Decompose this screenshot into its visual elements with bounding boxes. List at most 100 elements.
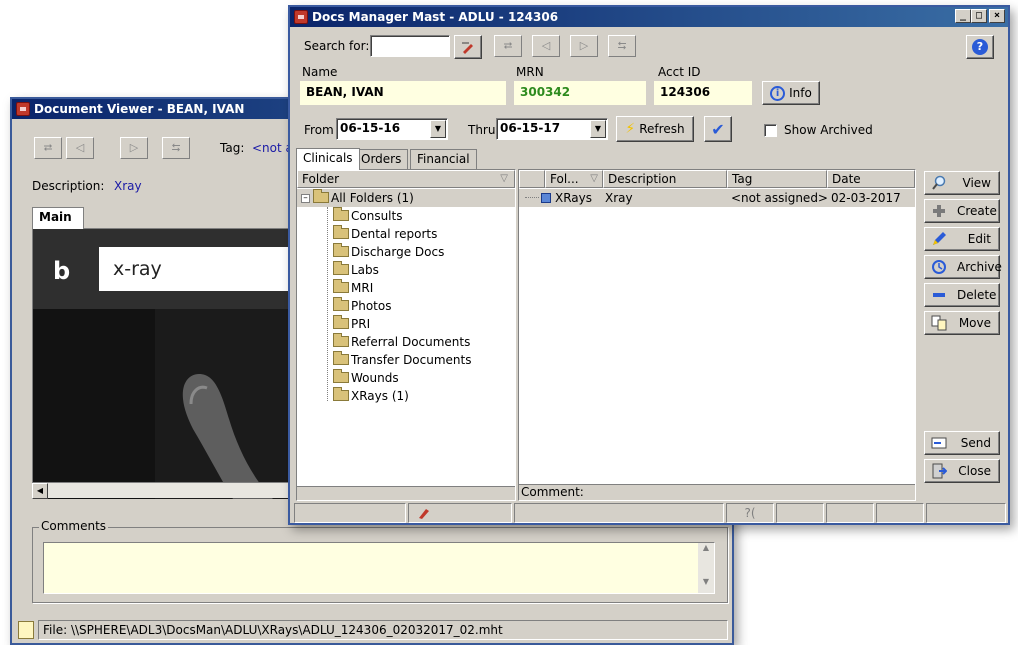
- tree-item-discharge-docs[interactable]: Discharge Docs: [333, 243, 444, 261]
- tab-clinicals[interactable]: Clinicals: [296, 148, 360, 170]
- tree-item-wounds[interactable]: Wounds: [333, 369, 399, 387]
- status-cell-5: [776, 503, 824, 523]
- tree-item-labs[interactable]: Labs: [333, 261, 379, 279]
- show-archived-checkbox[interactable]: [764, 124, 777, 137]
- comments-group: Comments ▲ ▼: [32, 519, 728, 603]
- tree-item-label: Referral Documents: [351, 335, 471, 349]
- next-record-button[interactable]: ▷: [570, 35, 598, 57]
- tree-item-photos[interactable]: Photos: [333, 297, 391, 315]
- document-square-icon: [541, 193, 551, 203]
- mrn-value: 300342: [520, 85, 571, 99]
- tree-item-label: Labs: [351, 263, 379, 277]
- name-field: BEAN, IVAN: [300, 81, 506, 105]
- tree-item-dental-reports[interactable]: Dental reports: [333, 225, 437, 243]
- document-icon: [18, 621, 34, 639]
- search-input[interactable]: [370, 35, 450, 57]
- comments-scrollbar[interactable]: ▲ ▼: [698, 543, 714, 593]
- tab-main[interactable]: Main: [32, 207, 84, 229]
- acct-field: 124306: [654, 81, 752, 105]
- tree-item-referral-documents[interactable]: Referral Documents: [333, 333, 470, 351]
- archive-icon: [932, 260, 946, 274]
- description-value: Xray: [114, 179, 142, 193]
- tree-item-pri[interactable]: PRI: [333, 315, 370, 333]
- refresh-button[interactable]: ⚡ Refresh: [616, 116, 694, 142]
- view-label: View: [962, 176, 991, 190]
- send-icon: [931, 437, 947, 449]
- status-cell-4: ?(: [726, 503, 774, 523]
- tree-item-consults[interactable]: Consults: [333, 207, 402, 225]
- row-date: 02-03-2017: [831, 191, 901, 205]
- folder-icon: [333, 297, 349, 311]
- tab-clinicals-label: Clinicals: [303, 151, 353, 165]
- caption-buttons: _ □ ×: [955, 9, 1005, 23]
- viewer-hscrollbar[interactable]: ◀: [32, 482, 294, 499]
- from-label: From: [304, 123, 334, 137]
- tree-item-transfer-documents[interactable]: Transfer Documents: [333, 351, 472, 369]
- plus-icon: [933, 205, 945, 217]
- scroll-down-button[interactable]: ▼: [698, 577, 714, 593]
- col-date[interactable]: Date: [827, 170, 915, 188]
- info-button[interactable]: i Info: [762, 81, 820, 105]
- thru-date-select[interactable]: 06-15-17 ▼: [496, 118, 608, 140]
- prev-record-button[interactable]: ◁: [532, 35, 560, 57]
- last-record-button[interactable]: ⮀: [162, 137, 190, 159]
- send-button[interactable]: Send: [924, 431, 1000, 455]
- first-record-button[interactable]: ⮂: [34, 137, 62, 159]
- create-button[interactable]: Create: [924, 199, 1000, 223]
- close-label: Close: [958, 464, 991, 478]
- close-window-button[interactable]: ×: [989, 9, 1005, 23]
- delete-button[interactable]: Delete: [924, 283, 1000, 307]
- tree-item-label: Transfer Documents: [351, 353, 472, 367]
- browser-search-box[interactable]: x-ray: [99, 247, 299, 291]
- col-folder-label: Fol...: [550, 172, 579, 186]
- tree-footer: [297, 486, 515, 500]
- scroll-left-button[interactable]: ◀: [32, 483, 48, 499]
- col-folder[interactable]: Fol... ▽: [545, 170, 603, 188]
- name-value: BEAN, IVAN: [306, 85, 384, 99]
- prev-record-button[interactable]: ◁: [66, 137, 94, 159]
- comment-label: Comment:: [521, 485, 584, 499]
- col-description[interactable]: Description: [603, 170, 727, 188]
- first-record-button[interactable]: ⮂: [494, 35, 522, 57]
- table-row[interactable]: XRays Xray <not assigned> 02-03-2017: [519, 189, 915, 207]
- maximize-button[interactable]: □: [971, 9, 987, 23]
- tab-financial[interactable]: Financial: [410, 149, 477, 169]
- tree-item-label: All Folders (1): [331, 191, 414, 205]
- col-description-label: Description: [608, 172, 677, 186]
- tag-value-link[interactable]: <not a: [252, 141, 293, 155]
- status-help-text: ?(: [744, 506, 756, 520]
- last-record-button[interactable]: ⮀: [608, 35, 636, 57]
- tab-orders-label: Orders: [361, 152, 402, 166]
- from-date-select[interactable]: 06-15-16 ▼: [336, 118, 448, 140]
- tree-item-label: Consults: [351, 209, 403, 223]
- col-tag[interactable]: Tag: [727, 170, 827, 188]
- tree-item-xrays[interactable]: XRays (1): [333, 387, 409, 405]
- manager-titlebar[interactable]: Docs Manager Mast - ADLU - 124306 _ □ ×: [290, 7, 1008, 27]
- tree-item-label: Discharge Docs: [351, 245, 445, 259]
- view-button[interactable]: View: [924, 171, 1000, 195]
- scroll-up-button[interactable]: ▲: [698, 543, 714, 559]
- tree-item-label: Wounds: [351, 371, 399, 385]
- chevron-down-icon[interactable]: ▼: [590, 120, 606, 138]
- filter-icon[interactable]: ▽: [500, 171, 508, 187]
- tab-orders[interactable]: Orders: [354, 149, 409, 169]
- search-go-button[interactable]: [454, 35, 482, 59]
- move-button[interactable]: Move: [924, 311, 1000, 335]
- lightning-icon: ⚡: [625, 121, 636, 137]
- edit-button[interactable]: Edit: [924, 227, 1000, 251]
- expand-collapse-icon[interactable]: –: [301, 194, 310, 203]
- tree-item-mri[interactable]: MRI: [333, 279, 373, 297]
- folder-column-header[interactable]: Folder ▽: [297, 170, 515, 188]
- next-record-button[interactable]: ▷: [120, 137, 148, 159]
- folder-open-icon: [313, 189, 329, 203]
- help-button[interactable]: ?: [966, 35, 994, 59]
- chevron-down-icon[interactable]: ▼: [430, 120, 446, 138]
- archive-button[interactable]: Archive: [924, 255, 1002, 279]
- status-cell-1: [294, 503, 406, 523]
- close-button[interactable]: Close: [924, 459, 1000, 483]
- mrn-field: 300342: [514, 81, 646, 105]
- comments-textarea[interactable]: ▲ ▼: [43, 542, 715, 594]
- tree-item-all-folders[interactable]: All Folders (1): [313, 189, 414, 207]
- minimize-button[interactable]: _: [955, 9, 971, 23]
- apply-checkmark-button[interactable]: ✔: [704, 116, 732, 142]
